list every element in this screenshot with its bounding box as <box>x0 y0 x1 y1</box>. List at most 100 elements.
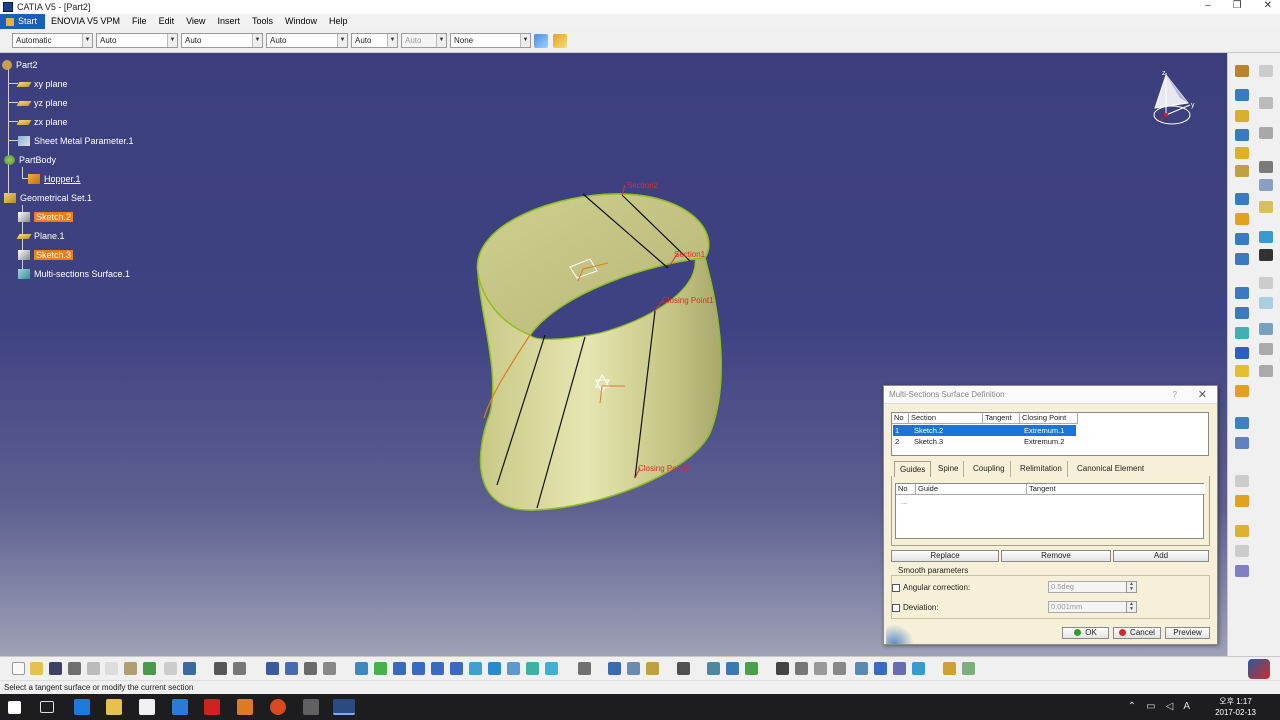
join-icon[interactable] <box>1235 165 1249 177</box>
formula-fx-icon[interactable] <box>214 662 227 675</box>
menu-insert[interactable]: Insert <box>211 14 246 29</box>
office-app-icon[interactable] <box>237 699 253 715</box>
iso-view-icon[interactable] <box>488 662 501 675</box>
menu-tools[interactable]: Tools <box>246 14 279 29</box>
scale-icon[interactable] <box>1259 343 1273 355</box>
acrobat-icon[interactable] <box>204 699 220 715</box>
fly-mode-icon[interactable] <box>355 662 368 675</box>
ok-button[interactable]: OK <box>1062 627 1109 639</box>
guides-empty-row[interactable]: ... <box>899 496 907 507</box>
corner-icon[interactable] <box>912 662 925 675</box>
stamp-icon[interactable] <box>855 662 868 675</box>
photo-icon[interactable] <box>677 662 690 675</box>
annotation-closing-point2[interactable]: Closing Point2 <box>638 464 690 473</box>
flange-icon[interactable] <box>745 662 758 675</box>
pattern-icon[interactable] <box>1259 365 1273 377</box>
task-view-icon[interactable] <box>40 701 54 713</box>
cutout-icon[interactable] <box>814 662 827 675</box>
chevron-up-icon[interactable]: ⌃ <box>1128 701 1136 712</box>
rotate-icon[interactable] <box>1259 297 1273 309</box>
file-explorer-icon[interactable] <box>106 699 122 715</box>
reactions-icon[interactable] <box>323 662 336 675</box>
project-icon[interactable] <box>1259 231 1273 243</box>
blend-icon[interactable] <box>1235 327 1249 339</box>
fold-icon[interactable] <box>795 662 808 675</box>
tree-node-xy-plane[interactable]: xy plane <box>16 76 68 92</box>
translate-icon[interactable] <box>1259 277 1273 289</box>
sheet-icon[interactable] <box>707 662 720 675</box>
new-icon[interactable] <box>12 662 25 675</box>
open-icon[interactable] <box>30 662 43 675</box>
restore-button[interactable]: ❐ <box>1233 0 1242 11</box>
clock[interactable]: 오후 1:17 2017-02-13 <box>1215 696 1256 718</box>
mirror-tool-icon[interactable] <box>962 662 975 675</box>
dialog-close-button[interactable]: ✕ <box>1198 388 1207 401</box>
ime-icon[interactable]: A <box>1183 701 1190 712</box>
zoom-out-icon[interactable] <box>450 662 463 675</box>
tab-relimitation[interactable]: Relimitation <box>1015 461 1068 477</box>
constraint-2-icon[interactable] <box>627 662 640 675</box>
paste-icon[interactable] <box>124 662 137 675</box>
menu-file[interactable]: File <box>126 14 153 29</box>
extract-icon[interactable] <box>1235 253 1249 265</box>
tab-guides[interactable]: Guides <box>894 461 932 477</box>
annotation-section2[interactable]: Section2 <box>627 181 659 190</box>
select-arrow-icon[interactable] <box>1259 97 1273 109</box>
tree-node-partbody[interactable]: PartBody <box>4 152 56 168</box>
print-icon[interactable] <box>68 662 81 675</box>
app-icon[interactable] <box>303 699 319 715</box>
point-type-select[interactable]: Auto ▼ <box>351 33 398 48</box>
cancel-button[interactable]: Cancel <box>1113 627 1161 639</box>
brush-icon[interactable] <box>553 34 567 48</box>
windows-start-icon[interactable] <box>8 701 21 714</box>
tree-node-geometrical-set[interactable]: Geometrical Set.1 <box>4 190 92 206</box>
point-icon[interactable] <box>1235 89 1249 101</box>
hide-show-icon[interactable] <box>526 662 539 675</box>
tab-coupling[interactable]: Coupling <box>968 461 1011 477</box>
normal-view-icon[interactable] <box>469 662 482 675</box>
trim-icon[interactable] <box>1235 213 1249 225</box>
grid-icon[interactable] <box>1235 545 1249 557</box>
line-icon[interactable] <box>1259 179 1273 191</box>
add-button[interactable]: Add <box>1113 550 1209 562</box>
preview-button[interactable]: Preview <box>1165 627 1210 639</box>
network-icon[interactable]: ▭ <box>1146 701 1155 712</box>
tree-node-sketch2[interactable]: Sketch.2 <box>18 209 74 225</box>
dot-icon[interactable] <box>1259 161 1273 173</box>
tree-node-multi-sections-surface[interactable]: Multi-sections Surface.1 <box>18 266 130 282</box>
catalog-icon[interactable] <box>304 662 317 675</box>
deviation-checkbox[interactable] <box>892 604 900 612</box>
tab-spine[interactable]: Spine <box>933 461 965 477</box>
update-icon[interactable] <box>578 662 591 675</box>
catia-taskbar-icon[interactable] <box>333 699 355 715</box>
boundary-icon[interactable] <box>1235 233 1249 245</box>
undo-icon[interactable] <box>143 662 156 675</box>
measure-icon[interactable] <box>1235 417 1249 429</box>
knowledge-icon[interactable] <box>1235 495 1249 507</box>
extrude-icon[interactable] <box>1235 110 1249 122</box>
format-painter-icon[interactable] <box>534 34 548 48</box>
rectangle-icon[interactable] <box>1259 127 1273 139</box>
fill-icon[interactable] <box>1235 147 1249 159</box>
cut-icon[interactable] <box>87 662 100 675</box>
tree-node-sheet-metal-parameter[interactable]: Sheet Metal Parameter.1 <box>18 133 134 149</box>
menu-window[interactable]: Window <box>279 14 323 29</box>
tree-node-plane1[interactable]: Plane.1 <box>16 228 65 244</box>
ie-browser-icon[interactable] <box>172 699 188 715</box>
tab-canonical-element[interactable]: Canonical Element <box>1072 461 1149 477</box>
sweep-icon[interactable] <box>1235 129 1249 141</box>
minimize-button[interactable]: – <box>1205 0 1211 11</box>
remove-button[interactable]: Remove <box>1001 550 1111 562</box>
pan-icon[interactable] <box>393 662 406 675</box>
plane-tool-icon[interactable] <box>1259 201 1273 213</box>
menu-help[interactable]: Help <box>323 14 354 29</box>
exit-workbench-icon[interactable] <box>1259 65 1273 77</box>
layer-select[interactable]: None ▼ <box>450 33 531 48</box>
sections-list[interactable]: No Section Tangent Closing Point 1 Sketc… <box>891 412 1209 456</box>
menu-start[interactable]: Start <box>0 14 46 29</box>
wrap-icon[interactable] <box>1235 385 1249 397</box>
thickness-icon[interactable] <box>1235 365 1249 377</box>
menu-edit[interactable]: Edit <box>153 14 181 29</box>
bottle-icon[interactable] <box>646 662 659 675</box>
hole-icon[interactable] <box>833 662 846 675</box>
